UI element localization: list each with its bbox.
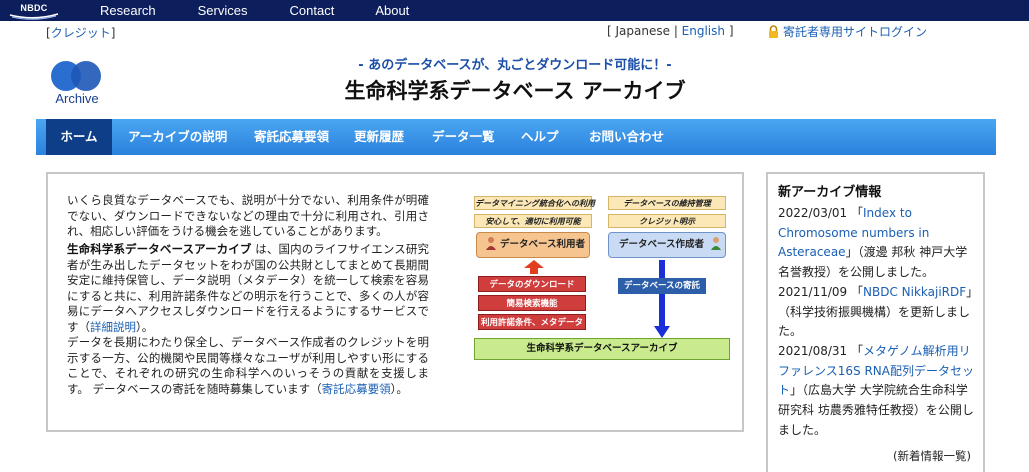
diagram-license-bar: 利用許諾条件、メタデータ <box>478 314 586 330</box>
news-quote-open: 「 <box>851 206 864 220</box>
intro-paragraph-2: 生命科学系データベースアーカイブ は、国内のライフサイエンス研究者が生み出したデ… <box>67 242 429 335</box>
nav-data-list[interactable]: データ一覧 <box>432 119 495 155</box>
tagline: - あのデータベースが、丸ごとダウンロード可能に！- <box>358 58 672 73</box>
news-date: 2021/08/31 <box>778 343 848 358</box>
diagram-tag-data-mining: データマイニング統合化への利用 <box>474 196 595 210</box>
creator-person-icon <box>710 236 722 260</box>
deposit-arrow-stem-icon <box>659 260 665 278</box>
language-switcher: [ Japanese | English ] <box>607 24 734 38</box>
news-title: 新アーカイブ情報 <box>778 185 882 200</box>
diagram-download-bar: データのダウンロード <box>478 276 586 292</box>
nav-about-archive[interactable]: アーカイブの説明 <box>128 119 227 155</box>
diagram-tag-safe-use: 安心して、適切に利用可能 <box>474 214 592 228</box>
top-bar: NBDC Research Services Contact About <box>0 0 1029 21</box>
deposit-arrow-icon <box>654 294 670 338</box>
news-list: 2022/03/01 「Index to Chromosome numbers … <box>778 204 978 440</box>
diagram-creator-label: データベース作成者 <box>619 239 705 250</box>
news-date: 2022/03/01 <box>778 206 848 220</box>
news-quote-open: 「 <box>851 343 864 358</box>
intro-paragraph-3: データを長期にわたり保全し、データベース作成者のクレジットを明示する一方、公的機… <box>67 335 429 397</box>
news-sidebar: 新アーカイブ情報 2022/03/01 「Index to Chromosome… <box>766 172 985 472</box>
news-text: 」（広島大学 大学院統合生命科学研究科 坊農秀雅特任教授）を公開しました。 <box>778 383 974 437</box>
logo-label: Archive <box>55 91 99 106</box>
news-more-wrapper: (新着情報一覧) <box>893 449 971 463</box>
top-nav-contact[interactable]: Contact <box>290 0 335 21</box>
intro-paragraph-2-end: ）。 <box>136 319 154 334</box>
diagram-creator-box: データベース作成者 <box>608 232 726 258</box>
deposit-guidelines-link[interactable]: 寄託応募要領 <box>322 382 391 396</box>
nav-contact[interactable]: お問い合わせ <box>589 119 664 155</box>
diagram-tag-maintenance: データベースの維持管理 <box>608 196 726 210</box>
login-link-wrapper: 寄託者専用サイトログイン <box>768 23 927 41</box>
news-quote-open: 「 <box>851 284 864 299</box>
archive-name-bold: 生命科学系データベースアーカイブ <box>67 242 252 256</box>
diagram-user-label: データベース利用者 <box>500 239 586 250</box>
download-arrow-icon <box>524 260 544 274</box>
user-person-icon <box>485 236 497 260</box>
credit-link-wrapper: [クレジット] <box>46 26 116 40</box>
lock-icon <box>768 25 779 41</box>
nav-help[interactable]: ヘルプ <box>521 119 559 155</box>
archive-diagram: データマイニング統合化への利用 安心して、適切に利用可能 データベースの維持管理… <box>468 192 738 368</box>
top-nav-about[interactable]: About <box>375 0 409 21</box>
details-link[interactable]: 詳細説明 <box>90 320 136 334</box>
nav-update-history[interactable]: 更新履歴 <box>354 119 404 155</box>
site-title: 生命科学系データベース アーカイブ <box>344 79 686 103</box>
main-nav: ホーム アーカイブの説明 寄託応募要領 更新履歴 データ一覧 ヘルプ お問い合わ… <box>36 119 996 155</box>
depositor-login-link[interactable]: 寄託者専用サイトログイン <box>783 25 927 39</box>
credit-link[interactable]: クレジット <box>51 26 111 40</box>
archive-logo[interactable]: Archive <box>46 59 108 109</box>
intro-panel: いくら良質なデータベースでも、説明が十分でない、利用条件が明確でない、ダウンロー… <box>46 172 744 432</box>
diagram-archive-bar: 生命科学系データベースアーカイブ <box>474 338 730 360</box>
lang-english[interactable]: English <box>682 24 725 38</box>
news-item: 2021/11/09 「NBDC NikkajiRDF」（科学技術振興機構）を更… <box>778 283 978 342</box>
diagram-deposit-bar: データベースの寄託 <box>618 278 706 294</box>
diagram-tag-credit: クレジット明示 <box>608 214 726 228</box>
nav-deposit-guidelines[interactable]: 寄託応募要領 <box>254 119 329 155</box>
logo-circle-right <box>71 61 101 91</box>
news-more-link[interactable]: 新着情報一覧 <box>898 449 967 463</box>
news-link[interactable]: NBDC NikkajiRDF <box>863 285 966 299</box>
news-item: 2021/08/31 「メタゲノム解析用リファレンス16S RNA配列データセッ… <box>778 342 978 441</box>
intro-paragraph-1: いくら良質なデータベースでも、説明が十分でない、利用条件が明確でない、ダウンロー… <box>67 193 429 238</box>
intro-paragraph-3-end: ）。 <box>390 381 408 396</box>
nbdc-logo-text: NBDC <box>20 3 48 13</box>
top-nav-research[interactable]: Research <box>100 0 156 21</box>
diagram-user-box: データベース利用者 <box>476 232 590 258</box>
nbdc-logo[interactable]: NBDC <box>8 1 60 20</box>
top-nav-services[interactable]: Services <box>198 0 248 21</box>
diagram-search-bar: 簡易検索機能 <box>478 295 586 311</box>
lang-japanese: Japanese <box>615 24 671 38</box>
top-nav: Research Services Contact About <box>100 0 409 21</box>
news-item: 2022/03/01 「Index to Chromosome numbers … <box>778 204 978 283</box>
nav-home[interactable]: ホーム <box>46 119 112 155</box>
news-date: 2021/11/09 <box>778 284 848 299</box>
